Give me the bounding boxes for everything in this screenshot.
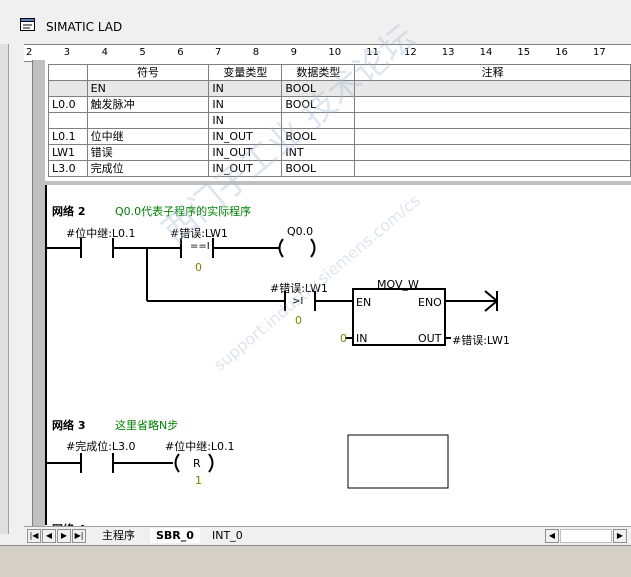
window-title: SIMATIC LAD (46, 20, 123, 34)
row-address: L0.1 (48, 128, 88, 145)
ruler-tick: 14 (479, 47, 493, 58)
mov-box-en: EN (356, 296, 372, 309)
ruler-tick: 17 (593, 47, 606, 58)
mov-in-value: 0 (340, 332, 347, 345)
n2-coil-label: Q0.0 (287, 225, 314, 238)
scroll-right-button[interactable]: ▶ (613, 529, 627, 543)
ruler-tick: 8 (252, 47, 260, 58)
empty-box[interactable] (347, 434, 449, 489)
ruler-tick: 9 (290, 47, 297, 58)
row-symbol[interactable]: 触发脉冲 (86, 96, 210, 113)
mov-box-title: MOV_W (377, 278, 419, 291)
ruler-tick: 6 (177, 47, 184, 58)
tab-sbr0[interactable]: SBR_0 (150, 528, 200, 543)
row-symbol[interactable]: EN (86, 80, 210, 97)
row-address: LW1 (48, 144, 88, 161)
mov-box-out: OUT (418, 332, 442, 345)
left-splitter[interactable] (0, 44, 9, 534)
mov-box-in: IN (356, 332, 368, 345)
n3-coil-type: R (193, 457, 201, 470)
horizontal-scroll-track[interactable] (560, 529, 612, 543)
table-row[interactable]: L3.0 完成位 IN_OUT BOOL (48, 160, 631, 177)
row-address: L0.0 (48, 96, 88, 113)
network3-title: 网络 3 (52, 419, 86, 432)
ruler-tick: 3 (63, 47, 71, 58)
mov-out-value: #错误:LW1 (452, 334, 510, 347)
tab-int0[interactable]: INT_0 (206, 528, 249, 543)
tab-scroll-bar: |◀ ◀ ▶ ▶| 主程序 SBR_0 INT_0 ◀ ▶ (24, 526, 631, 545)
last-tab-button[interactable]: ▶| (72, 529, 86, 543)
scroll-left-button[interactable]: ◀ (545, 529, 559, 543)
next-tab-button[interactable]: ▶ (57, 529, 71, 543)
mov-box-eno: ENO (418, 296, 442, 309)
header-var-type: 变量类型 (208, 64, 283, 81)
network3-comment: 这里省略N步 (115, 419, 179, 432)
ruler-tick: 4 (101, 47, 108, 58)
ruler-tick: 7 (215, 47, 222, 58)
ruler-tick: 15 (517, 47, 531, 58)
row-symbol[interactable]: 位中继 (86, 128, 210, 145)
row-data-type[interactable]: BOOL (281, 160, 356, 177)
address-header (48, 64, 88, 81)
n2-contact-label: #位中继:L0.1 (66, 227, 136, 240)
ruler-tick: 2 (26, 47, 33, 58)
ruler-tick: 13 (441, 47, 455, 58)
row-comment[interactable] (354, 96, 631, 113)
table-row[interactable]: L0.1 位中继 IN_OUT BOOL (48, 128, 631, 145)
row-var-type[interactable]: IN (208, 96, 283, 113)
header-symbol: 符号 (86, 64, 210, 81)
ladder-editor-icon (20, 18, 35, 31)
n3-contact-label: #完成位:L3.0 (66, 440, 136, 453)
row-comment[interactable] (354, 144, 631, 161)
row-address (48, 112, 88, 129)
tab-main-program[interactable]: 主程序 (96, 528, 141, 543)
row-var-type[interactable]: IN (208, 80, 283, 97)
row-address: L3.0 (48, 160, 88, 177)
network2-title: 网络 2 (52, 205, 86, 218)
row-symbol[interactable]: 错误 (86, 144, 210, 161)
n2-compare2-value: 0 (295, 314, 302, 327)
n3-coil-count: 1 (195, 474, 202, 487)
status-area (0, 545, 631, 577)
ruler-tick: 5 (139, 47, 146, 58)
row-symbol[interactable]: 完成位 (86, 160, 210, 177)
power-rail (45, 185, 47, 525)
row-comment[interactable] (354, 112, 631, 129)
prev-tab-button[interactable]: ◀ (42, 529, 56, 543)
row-comment[interactable] (354, 128, 631, 145)
n2-compare1-value: 0 (195, 261, 202, 274)
table-row[interactable]: LW1 错误 IN_OUT INT (48, 144, 631, 161)
ruler-tick: 16 (555, 47, 568, 58)
row-address (48, 80, 88, 97)
network3-rung (47, 453, 214, 473)
first-tab-button[interactable]: |◀ (27, 529, 41, 543)
row-symbol[interactable] (86, 112, 210, 129)
row-comment[interactable] (354, 80, 631, 97)
n3-coil-label: #位中继:L0.1 (165, 440, 235, 453)
row-comment[interactable] (354, 160, 631, 177)
